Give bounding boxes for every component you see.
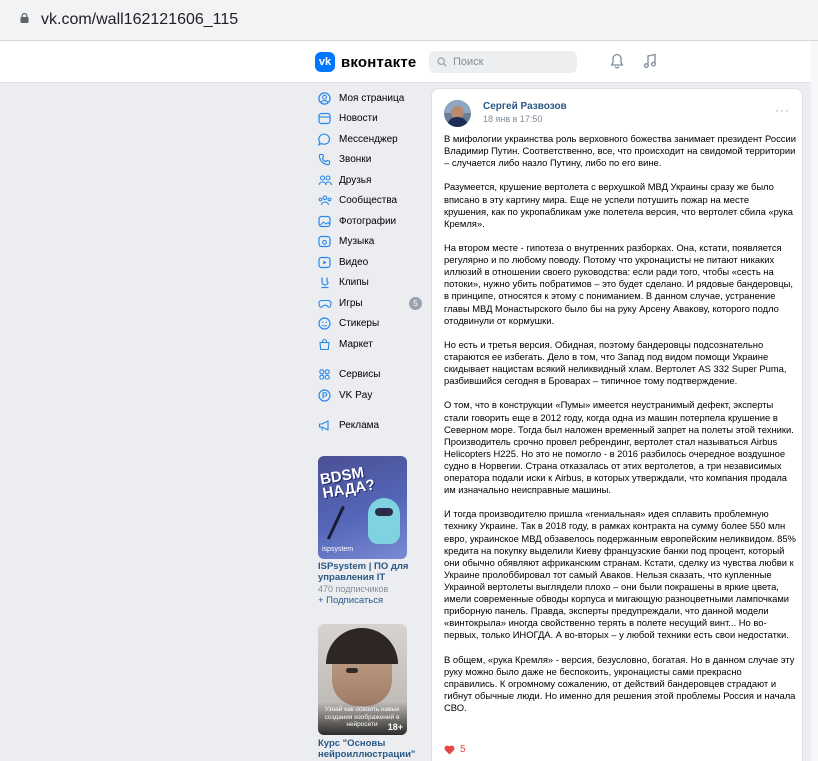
wall-post: Сергей Развозов 18 янв в 17:50 ··· В миф…: [431, 88, 803, 761]
author-avatar[interactable]: [444, 100, 471, 127]
friends-icon: [318, 175, 332, 185]
sidebar-divider: [312, 355, 426, 365]
page-scrollbar[interactable]: [811, 41, 818, 761]
sidebar-divider: [312, 406, 426, 416]
sidebar-item-messenger[interactable]: Мессенджер: [312, 129, 426, 150]
left-sidebar: Моя страница Новости Мессенджер Звонки Д…: [312, 88, 426, 436]
messenger-icon: [318, 133, 331, 146]
news-icon: [318, 113, 331, 125]
sidebar-item-label: Стикеры: [339, 318, 380, 330]
search-icon: [437, 57, 447, 67]
lock-icon: [20, 13, 29, 23]
sidebar-item-label: Игры: [339, 297, 363, 309]
sidebar-item-label: Видео: [339, 256, 369, 268]
phone-icon: [318, 154, 331, 166]
sidebar-item-friends[interactable]: Друзья: [312, 170, 426, 191]
photos-icon: [318, 215, 331, 227]
post-text: В мифологии украинства роль верховного б…: [444, 133, 796, 726]
browser-address-bar: vk.com/wall162121606_115: [0, 0, 818, 41]
sidebar-item-communities[interactable]: Сообщества: [312, 191, 426, 212]
post-author[interactable]: Сергей Развозов: [483, 101, 567, 112]
post-paragraph: Разумеется, крушение вертолета с верхушк…: [444, 181, 793, 229]
post-date[interactable]: 18 янв в 17:50: [483, 114, 542, 124]
sidebar-item-clips[interactable]: Клипы: [312, 273, 426, 294]
sidebar-item-ads[interactable]: Реклама: [312, 416, 426, 437]
avatar-body: [447, 117, 468, 127]
sidebar-item-my-page[interactable]: Моя страница: [312, 88, 426, 109]
stickers-icon: [318, 317, 331, 330]
vk-header: vk вконтакте: [0, 41, 818, 83]
games-icon: [318, 299, 332, 308]
ad-image-ispsystem[interactable]: BDSM НАДА? ispsystem: [318, 456, 407, 559]
video-icon: [318, 256, 331, 268]
ad-image-headline: BDSM НАДА?: [318, 464, 377, 503]
sidebar-item-label: Мессенджер: [339, 133, 398, 145]
search-box[interactable]: [429, 51, 577, 73]
post-paragraph: И тогда производителю пришла «гениальная…: [444, 508, 796, 641]
heart-icon: [444, 745, 455, 754]
post-paragraph: О том, что в конструкции «Пумы» имеется …: [444, 399, 794, 496]
sidebar-item-music[interactable]: Музыка: [312, 232, 426, 253]
post-paragraph: В мифологии украинства роль верховного б…: [444, 133, 796, 169]
ad-mascot-glasses: [375, 508, 393, 516]
sidebar-item-stickers[interactable]: Стикеры: [312, 314, 426, 335]
url-text[interactable]: vk.com/wall162121606_115: [41, 11, 238, 29]
sidebar-item-label: Музыка: [339, 236, 375, 248]
sidebar-item-label: Реклама: [339, 420, 380, 432]
sidebar-item-label: Маркет: [339, 338, 373, 350]
communities-icon: [318, 195, 332, 206]
ad-brand: ispsystem: [322, 546, 354, 553]
sidebar-item-label: Моя страница: [339, 92, 405, 104]
sidebar-item-video[interactable]: Видео: [312, 252, 426, 273]
games-count-badge: 5: [409, 296, 422, 310]
like-button[interactable]: 5: [444, 744, 466, 755]
more-options-icon[interactable]: ···: [775, 103, 790, 117]
vk-logo-icon: vk: [315, 52, 335, 72]
sidebar-item-calls[interactable]: Звонки: [312, 150, 426, 171]
ad-hair: [326, 628, 398, 664]
sidebar-item-label: Фотографии: [339, 215, 397, 227]
post-paragraph: Но есть и третья версия. Обидная, поэтом…: [444, 338, 787, 387]
sidebar-item-label: Звонки: [339, 154, 372, 166]
vk-logo[interactable]: vk вконтакте: [315, 52, 416, 72]
megaphone-icon: [318, 420, 329, 431]
music-icon: [318, 236, 331, 248]
browser-window: vk.com/wall162121606_115 vk вконтакте Мо…: [0, 0, 818, 761]
age-rating-badge: 18+: [387, 722, 403, 732]
ad-title[interactable]: ISPsystem | ПО для управления IT: [318, 561, 418, 583]
sidebar-item-label: Клипы: [339, 277, 369, 289]
sidebar-item-games[interactable]: Игры 5: [312, 293, 426, 314]
market-icon: [319, 338, 330, 350]
sidebar-item-photos[interactable]: Фотографии: [312, 211, 426, 232]
sidebar-item-label: Новости: [339, 113, 378, 125]
sidebar-item-services[interactable]: Сервисы: [312, 365, 426, 386]
vkpay-icon: [318, 389, 331, 402]
sidebar-item-vkpay[interactable]: VK Pay: [312, 385, 426, 406]
ad-title[interactable]: Курс "Основы нейроиллюстрации": [318, 738, 418, 760]
clips-icon: [321, 277, 329, 289]
sidebar-item-label: Друзья: [339, 174, 372, 186]
notifications-bell-icon[interactable]: [610, 53, 624, 69]
ad-eye: [346, 668, 358, 673]
sidebar-item-market[interactable]: Маркет: [312, 334, 426, 355]
post-paragraph: В общем, «рука Кремля» - версия, безусло…: [444, 653, 796, 713]
ad-mascot: [368, 498, 400, 544]
vk-logo-text: вконтакте: [341, 53, 417, 71]
services-icon: [319, 369, 330, 380]
profile-icon: [318, 92, 331, 105]
sidebar-item-news[interactable]: Новости: [312, 109, 426, 130]
like-count: 5: [460, 744, 466, 755]
ad-subscribers: 470 подписчиков: [318, 584, 389, 594]
sidebar-item-label: VK Pay: [339, 389, 373, 401]
subscribe-link[interactable]: + Подписаться: [318, 595, 383, 606]
sidebar-item-label: Сервисы: [339, 369, 381, 381]
post-paragraph: На втором месте - гипотеза о внутренних …: [444, 242, 793, 326]
ad-image-neuro-course[interactable]: Узнай как освоить навык создания изображ…: [318, 624, 407, 735]
search-input[interactable]: [451, 55, 575, 69]
music-note-icon[interactable]: [643, 53, 657, 69]
sidebar-item-label: Сообщества: [339, 195, 398, 207]
